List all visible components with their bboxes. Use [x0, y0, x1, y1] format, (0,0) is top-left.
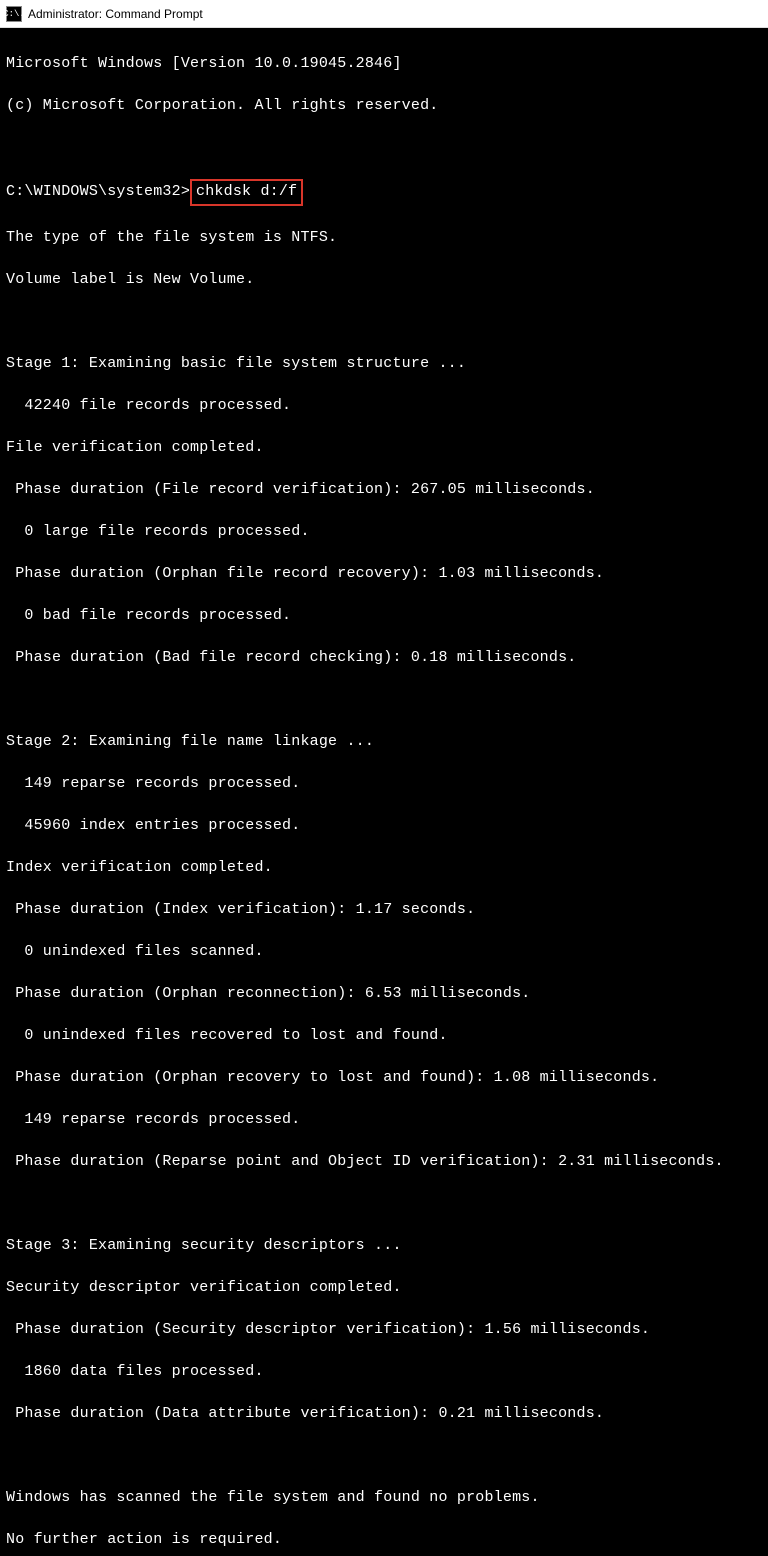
line-version: Microsoft Windows [Version 10.0.19045.28… — [6, 53, 762, 74]
stage1-line: Phase duration (Orphan file record recov… — [6, 563, 762, 584]
stage2-line: Index verification completed. — [6, 857, 762, 878]
result-line: Windows has scanned the file system and … — [6, 1487, 762, 1508]
stage2-line: 0 unindexed files recovered to lost and … — [6, 1025, 762, 1046]
stage1-line: File verification completed. — [6, 437, 762, 458]
stage2-line: 0 unindexed files scanned. — [6, 941, 762, 962]
stage1-line: Phase duration (Bad file record checking… — [6, 647, 762, 668]
stage1-header: Stage 1: Examining basic file system str… — [6, 353, 762, 374]
cmd-icon: C:\. — [6, 6, 22, 22]
stage2-line: Phase duration (Reparse point and Object… — [6, 1151, 762, 1172]
stage3-line: Phase duration (Security descriptor veri… — [6, 1319, 762, 1340]
line-vol-label: Volume label is New Volume. — [6, 269, 762, 290]
window-titlebar: C:\. Administrator: Command Prompt — [0, 0, 768, 28]
prompt-line: C:\WINDOWS\system32>chkdsk d:/f — [6, 179, 762, 206]
stage2-line: 149 reparse records processed. — [6, 773, 762, 794]
stage2-line: Phase duration (Orphan recovery to lost … — [6, 1067, 762, 1088]
stage2-line: Phase duration (Index verification): 1.1… — [6, 899, 762, 920]
stage2-header: Stage 2: Examining file name linkage ... — [6, 731, 762, 752]
stage1-line: Phase duration (File record verification… — [6, 479, 762, 500]
stage3-line: Security descriptor verification complet… — [6, 1277, 762, 1298]
result-line: No further action is required. — [6, 1529, 762, 1550]
window-title: Administrator: Command Prompt — [28, 7, 203, 21]
stage2-line: 149 reparse records processed. — [6, 1109, 762, 1130]
prompt-path: C:\WINDOWS\system32> — [6, 183, 190, 200]
stage2-line: 45960 index entries processed. — [6, 815, 762, 836]
terminal-output[interactable]: Microsoft Windows [Version 10.0.19045.28… — [0, 28, 768, 1556]
stage1-line: 0 bad file records processed. — [6, 605, 762, 626]
stage1-line: 42240 file records processed. — [6, 395, 762, 416]
stage3-line: 1860 data files processed. — [6, 1361, 762, 1382]
line-fs-type: The type of the file system is NTFS. — [6, 227, 762, 248]
stage3-line: Phase duration (Data attribute verificat… — [6, 1403, 762, 1424]
stage2-line: Phase duration (Orphan reconnection): 6.… — [6, 983, 762, 1004]
line-copyright: (c) Microsoft Corporation. All rights re… — [6, 95, 762, 116]
stage1-line: 0 large file records processed. — [6, 521, 762, 542]
command-highlight: chkdsk d:/f — [190, 179, 303, 206]
stage3-header: Stage 3: Examining security descriptors … — [6, 1235, 762, 1256]
